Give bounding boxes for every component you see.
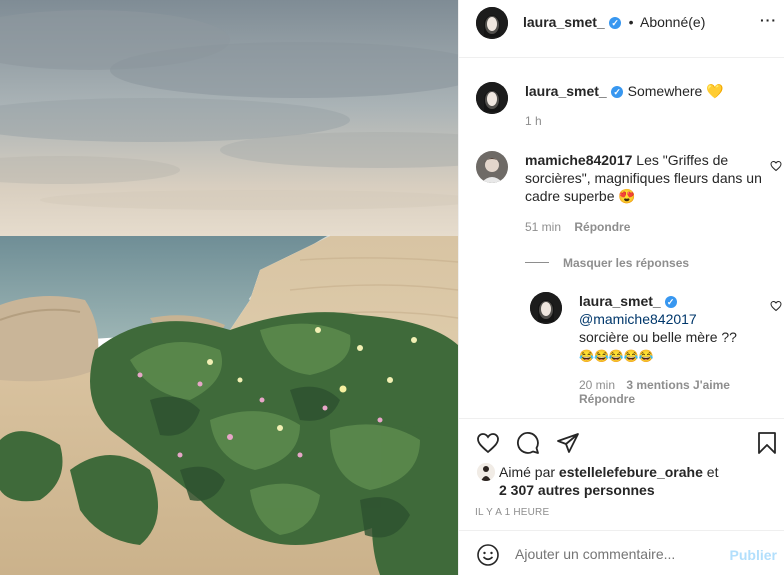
comment-heart-icon[interactable] <box>770 160 782 172</box>
author-username[interactable]: laura_smet_ <box>523 14 605 30</box>
reply-time[interactable]: 20 min <box>579 378 615 392</box>
post-timestamp[interactable]: IL Y A 1 HEURE <box>475 507 549 518</box>
caption-text: Somewhere 💛 <box>627 83 724 99</box>
avatar-image <box>476 82 508 114</box>
likes-others[interactable]: 2 307 autres personnes <box>499 482 655 498</box>
caption-avatar[interactable] <box>476 82 508 114</box>
comment-icon[interactable] <box>516 431 540 455</box>
commenter-avatar[interactable] <box>476 151 508 183</box>
reply-meta: 20 min 3 mentions J'aime Répondre <box>579 378 769 406</box>
reply: laura_smet_ ✓ @mamiche842017 sorcière ou… <box>579 292 764 365</box>
post-modal: laura_smet_ ✓ • Abonné(e) ··· laura_smet… <box>0 0 784 575</box>
caption-username[interactable]: laura_smet_ <box>525 83 607 99</box>
replies-toggle[interactable]: Masquer les réponses <box>525 254 689 272</box>
replies-toggle-label: Masquer les réponses <box>563 256 690 270</box>
heart-icon[interactable] <box>475 431 501 455</box>
verified-icon: ✓ <box>611 85 624 98</box>
avatar-image <box>530 292 562 324</box>
reply-heart-icon[interactable] <box>770 300 782 312</box>
comment-username[interactable]: mamiche842017 <box>525 152 632 168</box>
liker-avatar[interactable] <box>477 463 495 481</box>
likes-summary: Aimé par estellelefebure_orahe et 2 307 … <box>499 463 779 499</box>
side-panel: laura_smet_ ✓ • Abonné(e) ··· laura_smet… <box>458 0 784 575</box>
follow-status-button[interactable]: Abonné(e) <box>640 14 705 30</box>
comment-meta: 51 min Répondre <box>525 220 630 234</box>
bookmark-icon[interactable] <box>756 431 778 455</box>
publish-button[interactable]: Publier <box>730 547 777 563</box>
caption-time[interactable]: 1 h <box>525 114 542 128</box>
share-icon[interactable] <box>556 431 580 455</box>
reply-likes[interactable]: 3 mentions J'aime <box>626 378 730 392</box>
verified-icon: ✓ <box>609 16 622 29</box>
toggle-line <box>525 262 549 264</box>
emoji-icon[interactable] <box>476 543 500 567</box>
post-header: laura_smet_ ✓ • Abonné(e) ··· <box>459 0 784 58</box>
comment-time[interactable]: 51 min <box>525 220 561 234</box>
comment-reply-button[interactable]: Répondre <box>574 220 630 234</box>
liker-username[interactable]: estellelefebure_orahe <box>559 464 703 480</box>
reply-text: sorcière ou belle mère ?? <box>579 329 737 345</box>
reply-avatar[interactable] <box>530 292 562 324</box>
more-icon[interactable]: ··· <box>760 12 777 28</box>
reply-emojis: 😂😂😂😂😂 <box>579 349 654 363</box>
comment-input[interactable] <box>515 543 715 565</box>
reply-reply-button[interactable]: Répondre <box>579 392 635 406</box>
post-photo[interactable] <box>0 0 458 575</box>
author-avatar[interactable] <box>476 7 508 39</box>
avatar-image <box>477 463 495 481</box>
reply-username[interactable]: laura_smet_ <box>579 293 661 309</box>
header-line: laura_smet_ ✓ • Abonné(e) <box>523 13 705 32</box>
verified-icon: ✓ <box>664 296 677 309</box>
comment-0: mamiche842017 Les "Griffes de sorcières"… <box>525 151 765 205</box>
avatar-image <box>476 151 508 183</box>
add-comment-bar: Publier <box>459 530 784 575</box>
caption: laura_smet_ ✓ Somewhere 💛 <box>525 82 775 101</box>
beach-photo <box>0 0 458 575</box>
avatar-image <box>476 7 508 39</box>
likes-middle: et <box>702 464 719 480</box>
header-separator: • <box>628 14 634 30</box>
likes-prefix: Aimé par <box>499 464 559 480</box>
reply-mention[interactable]: @mamiche842017 <box>579 311 697 327</box>
